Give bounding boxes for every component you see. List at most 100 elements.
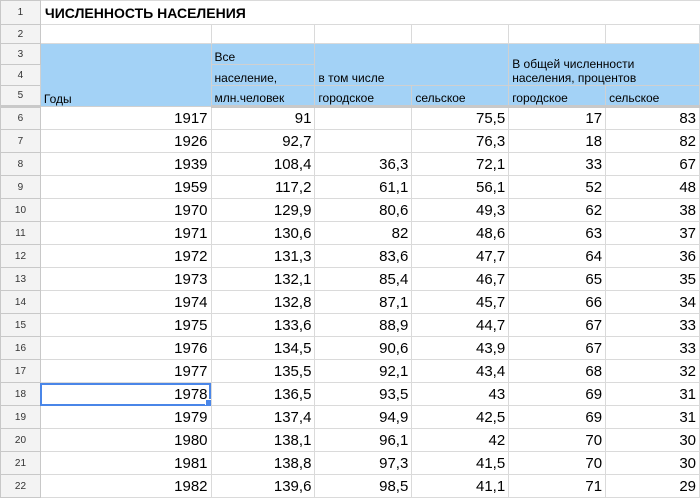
cell-total[interactable]: 108,4 <box>210 152 316 176</box>
sheet-title[interactable]: ЧИСЛЕННОСТЬ НАСЕЛЕНИЯ <box>39 0 700 25</box>
cell-rural[interactable]: 45,7 <box>411 290 510 314</box>
cell-total[interactable]: 131,3 <box>210 244 316 268</box>
cell-year[interactable]: 1974 <box>39 290 212 314</box>
cell-pct-urban[interactable]: 69 <box>508 405 607 429</box>
row-number[interactable]: 22 <box>0 474 41 498</box>
cell[interactable] <box>411 24 510 44</box>
header-years[interactable]: Годы <box>39 43 212 107</box>
cell-total[interactable]: 138,8 <box>210 451 316 475</box>
cell-pct-urban[interactable]: 18 <box>508 129 607 153</box>
cell-pct-urban[interactable]: 71 <box>508 474 607 498</box>
cell-urban[interactable]: 97,3 <box>314 451 413 475</box>
cell-pct-urban[interactable]: 63 <box>508 221 607 245</box>
cell-pct-urban[interactable]: 69 <box>508 382 607 406</box>
cell-urban[interactable]: 98,5 <box>314 474 413 498</box>
row-number[interactable]: 7 <box>0 129 41 153</box>
header-rural[interactable]: сельское <box>411 85 510 108</box>
cell-urban[interactable]: 96,1 <box>314 428 413 452</box>
cell-pct-rural[interactable]: 48 <box>605 175 700 199</box>
cell-pct-rural[interactable]: 31 <box>605 405 700 429</box>
cell-rural[interactable]: 47,7 <box>411 244 510 268</box>
cell-rural[interactable]: 46,7 <box>411 267 510 291</box>
cell-rural[interactable]: 42 <box>411 428 510 452</box>
cell[interactable] <box>605 24 700 44</box>
cell-pct-urban[interactable]: 68 <box>508 359 607 383</box>
cell-pct-rural[interactable]: 35 <box>605 267 700 291</box>
row-number[interactable]: 1 <box>0 0 41 25</box>
cell-pct-urban[interactable]: 17 <box>508 106 607 130</box>
header-total-line2[interactable]: население, <box>210 64 316 86</box>
cell-pct-urban[interactable]: 70 <box>508 451 607 475</box>
cell-pct-urban[interactable]: 67 <box>508 336 607 360</box>
cell-pct-rural[interactable]: 33 <box>605 336 700 360</box>
cell-total[interactable]: 135,5 <box>210 359 316 383</box>
cell-pct-urban[interactable]: 52 <box>508 175 607 199</box>
row-number[interactable]: 18 <box>0 382 41 406</box>
cell-urban[interactable]: 36,3 <box>314 152 413 176</box>
cell-pct-rural[interactable]: 36 <box>605 244 700 268</box>
header-incl[interactable]: в том числе <box>314 43 510 86</box>
cell-pct-urban[interactable]: 33 <box>508 152 607 176</box>
cell-year[interactable]: 1959 <box>39 175 212 199</box>
cell-urban[interactable]: 85,4 <box>314 267 413 291</box>
cell[interactable] <box>210 24 316 44</box>
cell-urban[interactable]: 87,1 <box>314 290 413 314</box>
cell-pct-rural[interactable]: 30 <box>605 451 700 475</box>
header-percent[interactable]: В общей численности населения, процентов <box>508 43 700 86</box>
header-pct-urban[interactable]: городское <box>508 85 607 108</box>
cell-total[interactable]: 117,2 <box>210 175 316 199</box>
cell-rural[interactable]: 48,6 <box>411 221 510 245</box>
cell-urban[interactable]: 93,5 <box>314 382 413 406</box>
row-number[interactable]: 5 <box>0 85 41 108</box>
row-number[interactable]: 19 <box>0 405 41 429</box>
cell-year[interactable]: 1979 <box>39 405 212 429</box>
cell-total[interactable]: 134,5 <box>210 336 316 360</box>
cell-year[interactable]: 1973 <box>39 267 212 291</box>
cell-pct-rural[interactable]: 83 <box>605 106 700 130</box>
cell-total[interactable]: 139,6 <box>210 474 316 498</box>
cell-rural[interactable]: 41,5 <box>411 451 510 475</box>
cell-total[interactable]: 129,9 <box>210 198 316 222</box>
cell-urban[interactable] <box>314 106 413 130</box>
cell-pct-rural[interactable]: 32 <box>605 359 700 383</box>
cell-urban[interactable]: 88,9 <box>314 313 413 337</box>
header-total-line3[interactable]: млн.человек <box>210 85 316 108</box>
cell-year[interactable]: 1970 <box>39 198 212 222</box>
row-number[interactable]: 15 <box>0 313 41 337</box>
row-number[interactable]: 17 <box>0 359 41 383</box>
cell-pct-rural[interactable]: 31 <box>605 382 700 406</box>
header-pct-rural[interactable]: сельское <box>605 85 700 108</box>
cell-rural[interactable]: 43 <box>411 382 510 406</box>
row-number[interactable]: 11 <box>0 221 41 245</box>
cell-urban[interactable]: 83,6 <box>314 244 413 268</box>
cell-year[interactable]: 1971 <box>39 221 212 245</box>
cell-pct-urban[interactable]: 62 <box>508 198 607 222</box>
cell[interactable] <box>508 24 607 44</box>
cell-total[interactable]: 91 <box>210 106 316 130</box>
cell[interactable] <box>314 24 413 44</box>
cell-pct-rural[interactable]: 30 <box>605 428 700 452</box>
cell-total[interactable]: 136,5 <box>210 382 316 406</box>
row-number[interactable]: 6 <box>0 106 41 130</box>
cell-total[interactable]: 92,7 <box>210 129 316 153</box>
row-number[interactable]: 13 <box>0 267 41 291</box>
cell-urban[interactable]: 94,9 <box>314 405 413 429</box>
cell-pct-urban[interactable]: 67 <box>508 313 607 337</box>
cell-pct-urban[interactable]: 66 <box>508 290 607 314</box>
row-number[interactable]: 9 <box>0 175 41 199</box>
fill-handle[interactable] <box>204 399 211 405</box>
cell-pct-urban[interactable]: 70 <box>508 428 607 452</box>
cell-rural[interactable]: 43,4 <box>411 359 510 383</box>
cell-rural[interactable]: 44,7 <box>411 313 510 337</box>
cell-pct-rural[interactable]: 29 <box>605 474 700 498</box>
row-number[interactable]: 14 <box>0 290 41 314</box>
cell-pct-rural[interactable]: 82 <box>605 129 700 153</box>
cell-rural[interactable]: 43,9 <box>411 336 510 360</box>
cell-total[interactable]: 132,8 <box>210 290 316 314</box>
cell-year[interactable]: 1977 <box>39 359 212 383</box>
cell-urban[interactable]: 80,6 <box>314 198 413 222</box>
row-number[interactable]: 20 <box>0 428 41 452</box>
cell-pct-urban[interactable]: 64 <box>508 244 607 268</box>
row-number[interactable]: 12 <box>0 244 41 268</box>
cell-pct-rural[interactable]: 33 <box>605 313 700 337</box>
